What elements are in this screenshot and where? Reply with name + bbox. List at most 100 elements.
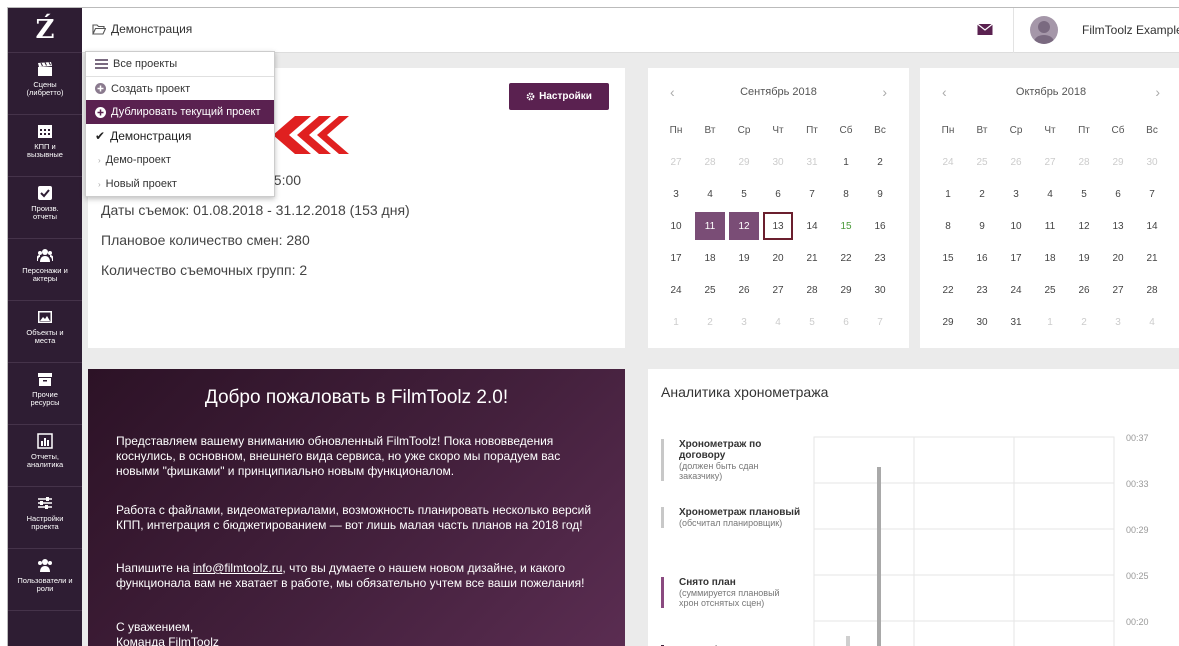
calendar-day[interactable]: 21: [797, 244, 827, 272]
calendar-day[interactable]: 27: [763, 276, 793, 304]
calendar-day[interactable]: 16: [967, 244, 997, 272]
calendar-day[interactable]: 16: [865, 212, 895, 240]
calendar-day[interactable]: 27: [1035, 148, 1065, 176]
calendar-day[interactable]: 10: [661, 212, 691, 240]
calendar-day[interactable]: 27: [661, 148, 691, 176]
calendar-day[interactable]: 3: [729, 308, 759, 336]
calendar-day[interactable]: 14: [1137, 212, 1167, 240]
calendar-day[interactable]: 3: [661, 180, 691, 208]
calendar-day[interactable]: 23: [967, 276, 997, 304]
calendar-day[interactable]: 4: [1035, 180, 1065, 208]
menu-duplicate-project[interactable]: Дублировать текущий проект: [86, 100, 274, 124]
calendar-day[interactable]: 30: [1137, 148, 1167, 176]
calendar-day[interactable]: 29: [831, 276, 861, 304]
calendar-day[interactable]: 20: [763, 244, 793, 272]
calendar-day[interactable]: 28: [1137, 276, 1167, 304]
calendar-day[interactable]: 24: [661, 276, 691, 304]
calendar-day[interactable]: 4: [1137, 308, 1167, 336]
calendar-day[interactable]: 30: [763, 148, 793, 176]
calendar-day[interactable]: 6: [763, 180, 793, 208]
calendar-day[interactable]: 7: [865, 308, 895, 336]
calendar-day[interactable]: 18: [1035, 244, 1065, 272]
calendar-day[interactable]: 2: [1069, 308, 1099, 336]
calendar-day[interactable]: 2: [695, 308, 725, 336]
calendar-day[interactable]: 22: [831, 244, 861, 272]
contact-email-link[interactable]: info@filmtoolz.ru: [193, 561, 283, 575]
calendar-day[interactable]: 11: [1035, 212, 1065, 240]
calendar-day[interactable]: 28: [797, 276, 827, 304]
sidebar-item-5[interactable]: Объекты и места: [8, 301, 82, 363]
calendar-day[interactable]: 19: [1069, 244, 1099, 272]
calendar-day[interactable]: 29: [933, 308, 963, 336]
calendar-day[interactable]: 9: [967, 212, 997, 240]
calendar-day[interactable]: 29: [1103, 148, 1133, 176]
menu-project-current[interactable]: ✔ Демонстрация: [86, 124, 274, 148]
calendar-day[interactable]: 24: [933, 148, 963, 176]
calendar-day[interactable]: 8: [831, 180, 861, 208]
calendar-day[interactable]: 7: [797, 180, 827, 208]
calendar-day[interactable]: 27: [1103, 276, 1133, 304]
calendar-day[interactable]: 13: [1103, 212, 1133, 240]
calendar-day[interactable]: 23: [865, 244, 895, 272]
calendar-day[interactable]: 25: [1035, 276, 1065, 304]
calendar-day[interactable]: 26: [729, 276, 759, 304]
calendar-day[interactable]: 1: [831, 148, 861, 176]
sidebar-item-2[interactable]: КПП и вызывные: [8, 115, 82, 177]
calendar-day[interactable]: 28: [695, 148, 725, 176]
calendar-day[interactable]: 2: [865, 148, 895, 176]
settings-button[interactable]: Настройки: [509, 83, 609, 110]
mail-icon[interactable]: [977, 23, 993, 36]
project-switcher[interactable]: Демонстрация: [92, 22, 192, 36]
menu-all-projects[interactable]: Все проекты: [86, 52, 274, 76]
calendar-day[interactable]: 30: [865, 276, 895, 304]
calendar-day[interactable]: 9: [865, 180, 895, 208]
sidebar-item-1[interactable]: Сцены (либретто): [8, 53, 82, 115]
calendar-day[interactable]: 6: [1103, 180, 1133, 208]
calendar-day[interactable]: 12: [729, 212, 759, 240]
calendar-day[interactable]: 5: [729, 180, 759, 208]
sidebar-item-9[interactable]: Пользователи и роли: [8, 549, 82, 611]
sidebar-item-6[interactable]: Прочие ресурсы: [8, 363, 82, 425]
calendar-day[interactable]: 26: [1001, 148, 1031, 176]
sidebar-item-3[interactable]: Произв. отчеты: [8, 177, 82, 239]
calendar-day[interactable]: 28: [1069, 148, 1099, 176]
menu-project-demo[interactable]: › Демо-проект: [86, 148, 274, 172]
calendar-day[interactable]: 31: [1001, 308, 1031, 336]
calendar-day[interactable]: 26: [1069, 276, 1099, 304]
calendar-day[interactable]: 25: [695, 276, 725, 304]
menu-project-new[interactable]: › Новый проект: [86, 172, 274, 196]
calendar-day[interactable]: 1: [1035, 308, 1065, 336]
calendar-day[interactable]: 1: [933, 180, 963, 208]
user-name[interactable]: FilmToolz Example: [1082, 23, 1179, 37]
calendar-day[interactable]: 15: [933, 244, 963, 272]
calendar-day[interactable]: 10: [1001, 212, 1031, 240]
calendar-day[interactable]: 31: [797, 148, 827, 176]
calendar-day[interactable]: 22: [933, 276, 963, 304]
calendar-day[interactable]: 17: [1001, 244, 1031, 272]
calendar-day[interactable]: 3: [1103, 308, 1133, 336]
menu-create-project[interactable]: Создать проект: [86, 76, 274, 100]
calendar-day[interactable]: 19: [729, 244, 759, 272]
calendar-day[interactable]: 6: [831, 308, 861, 336]
calendar-day[interactable]: 15: [831, 212, 861, 240]
calendar-day[interactable]: 25: [967, 148, 997, 176]
calendar-day[interactable]: 21: [1137, 244, 1167, 272]
calendar-day[interactable]: 4: [695, 180, 725, 208]
chevron-right-icon[interactable]: ›: [882, 84, 887, 100]
calendar-day[interactable]: 8: [933, 212, 963, 240]
calendar-day[interactable]: 18: [695, 244, 725, 272]
calendar-day[interactable]: 20: [1103, 244, 1133, 272]
sidebar-item-8[interactable]: Настройки проекта: [8, 487, 82, 549]
calendar-day[interactable]: 5: [797, 308, 827, 336]
calendar-day[interactable]: 7: [1137, 180, 1167, 208]
calendar-day[interactable]: 4: [763, 308, 793, 336]
calendar-day[interactable]: 29: [729, 148, 759, 176]
app-logo[interactable]: Ź: [8, 8, 82, 53]
calendar-day[interactable]: 5: [1069, 180, 1099, 208]
chevron-right-icon[interactable]: ›: [1155, 84, 1160, 100]
calendar-day[interactable]: 2: [967, 180, 997, 208]
calendar-day[interactable]: 12: [1069, 212, 1099, 240]
avatar[interactable]: [1030, 16, 1058, 44]
calendar-day[interactable]: 11: [695, 212, 725, 240]
calendar-day[interactable]: 30: [967, 308, 997, 336]
